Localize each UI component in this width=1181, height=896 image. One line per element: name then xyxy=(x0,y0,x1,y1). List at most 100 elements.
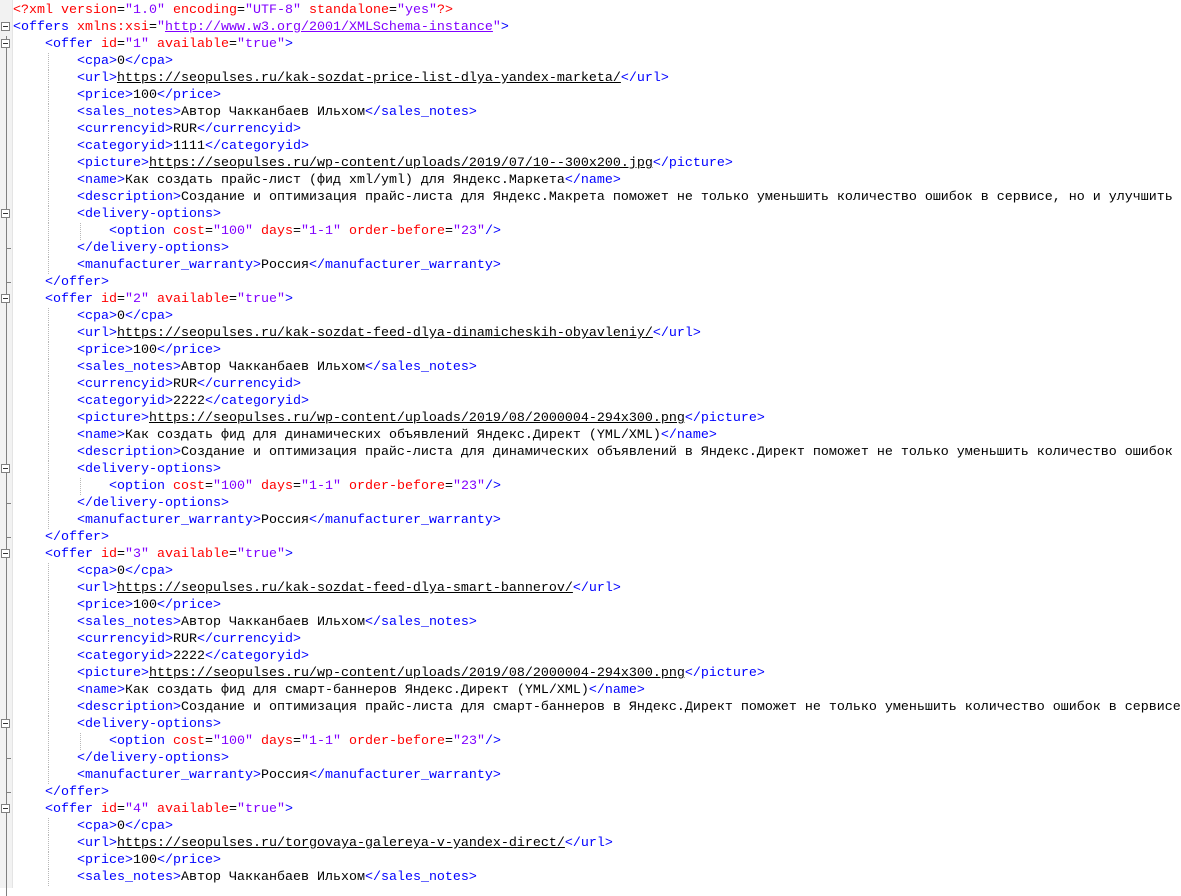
code-line[interactable]: <url>https://seopulses.ru/torgovaya-gale… xyxy=(0,835,1181,852)
text-content: Создание и оптимизация прайс-листа для с… xyxy=(180,700,1181,715)
code-line[interactable]: <offers xmlns:xsi="http://www.w3.org/200… xyxy=(0,19,1181,36)
code-line[interactable]: </delivery-options> xyxy=(0,240,1181,257)
code-line[interactable]: <cpa>0</cpa> xyxy=(0,53,1181,70)
code-line[interactable]: <name>Как создать фид для динамических о… xyxy=(0,427,1181,444)
code-line[interactable]: <url>https://seopulses.ru/kak-sozdat-fee… xyxy=(0,580,1181,597)
attribute-value: "2" xyxy=(125,292,149,307)
url-link[interactable]: https://seopulses.ru/wp-content/uploads/… xyxy=(149,666,685,681)
code-line[interactable]: <description>Создание и оптимизация прай… xyxy=(0,444,1181,461)
code-line[interactable]: </offer> xyxy=(0,529,1181,546)
code-line[interactable]: <manufacturer_warranty>Россия</manufactu… xyxy=(0,512,1181,529)
xml-tag: <price> xyxy=(77,598,133,613)
attribute-name: version xyxy=(61,3,117,18)
xml-tag: </categoryid> xyxy=(204,649,309,664)
code-line[interactable]: <url>https://seopulses.ru/kak-sozdat-fee… xyxy=(0,325,1181,342)
xml-tag: </sales_notes> xyxy=(364,360,477,375)
code-line[interactable]: <option cost="100" days="1-1" order-befo… xyxy=(0,478,1181,495)
code-line[interactable]: <offer id="2" available="true"> xyxy=(0,291,1181,308)
code-line[interactable]: <manufacturer_warranty>Россия</manufactu… xyxy=(0,257,1181,274)
code-line[interactable]: <price>100</price> xyxy=(0,342,1181,359)
xml-tag: > xyxy=(284,802,293,817)
code-line[interactable]: <description>Создание и оптимизация прай… xyxy=(0,699,1181,716)
xml-tag: <categoryid> xyxy=(77,649,173,664)
code-line[interactable]: <sales_notes>Автор Чакканбаев Ильхом</sa… xyxy=(0,869,1181,886)
attribute-name: cost xyxy=(173,479,205,494)
code-line[interactable]: <picture>https://seopulses.ru/wp-content… xyxy=(0,155,1181,172)
indent-guide xyxy=(48,53,49,70)
code-line[interactable]: <picture>https://seopulses.ru/wp-content… xyxy=(0,665,1181,682)
code-line[interactable]: <price>100</price> xyxy=(0,852,1181,869)
fold-collapse-icon[interactable] xyxy=(1,209,10,218)
code-line[interactable]: </delivery-options> xyxy=(0,750,1181,767)
xml-tag: </manufacturer_warranty> xyxy=(308,513,501,528)
code-line[interactable]: <delivery-options> xyxy=(0,716,1181,733)
url-link[interactable]: https://seopulses.ru/wp-content/uploads/… xyxy=(149,156,653,171)
code-line[interactable]: <name>Как создать прайс-лист (фид xml/ym… xyxy=(0,172,1181,189)
line-text: <option cost="100" days="1-1" order-befo… xyxy=(109,223,501,240)
code-line[interactable]: <sales_notes>Автор Чакканбаев Ильхом</sa… xyxy=(0,359,1181,376)
code-line[interactable]: <currencyid>RUR</currencyid> xyxy=(0,631,1181,648)
xml-tag: <sales_notes> xyxy=(77,105,181,120)
line-text: <sales_notes>Автор Чакканбаев Ильхом</sa… xyxy=(77,359,477,376)
code-line[interactable]: <url>https://seopulses.ru/kak-sozdat-pri… xyxy=(0,70,1181,87)
fold-collapse-icon[interactable] xyxy=(1,39,10,48)
url-link[interactable]: https://seopulses.ru/wp-content/uploads/… xyxy=(149,411,685,426)
code-line[interactable]: <categoryid>2222</categoryid> xyxy=(0,648,1181,665)
xml-editor[interactable]: <?xml version="1.0" encoding="UTF-8" sta… xyxy=(0,2,1181,886)
code-line[interactable]: <option cost="100" days="1-1" order-befo… xyxy=(0,223,1181,240)
indent-guide xyxy=(48,835,49,852)
xml-tag: </delivery-options> xyxy=(77,241,229,256)
line-text: <currencyid>RUR</currencyid> xyxy=(77,631,301,648)
xml-tag: <option xyxy=(109,479,173,494)
code-line[interactable]: <cpa>0</cpa> xyxy=(0,818,1181,835)
attribute-name: days xyxy=(253,734,293,749)
code-line[interactable]: <picture>https://seopulses.ru/wp-content… xyxy=(0,410,1181,427)
fold-collapse-icon[interactable] xyxy=(1,549,10,558)
code-line[interactable]: <option cost="100" days="1-1" order-befo… xyxy=(0,733,1181,750)
code-line[interactable]: <offer id="4" available="true"> xyxy=(0,801,1181,818)
url-link[interactable]: https://seopulses.ru/torgovaya-galereya-… xyxy=(117,836,565,851)
line-text: <offer id="1" available="true"> xyxy=(45,36,293,53)
code-line[interactable]: </offer> xyxy=(0,274,1181,291)
attribute-name: days xyxy=(253,224,293,239)
fold-collapse-icon[interactable] xyxy=(1,22,10,31)
code-line[interactable]: <delivery-options> xyxy=(0,461,1181,478)
text-content: Автор Чакканбаев Ильхом xyxy=(180,870,365,885)
code-line[interactable]: <price>100</price> xyxy=(0,87,1181,104)
code-line[interactable]: <offer id="1" available="true"> xyxy=(0,36,1181,53)
url-link[interactable]: https://seopulses.ru/kak-sozdat-price-li… xyxy=(117,71,621,86)
code-line[interactable]: <cpa>0</cpa> xyxy=(0,308,1181,325)
fold-collapse-icon[interactable] xyxy=(1,294,10,303)
code-line[interactable]: <currencyid>RUR</currencyid> xyxy=(0,376,1181,393)
indent-guide xyxy=(80,478,81,495)
code-line[interactable]: </offer> xyxy=(0,784,1181,801)
fold-collapse-icon[interactable] xyxy=(1,719,10,728)
xml-tag: <price> xyxy=(77,343,133,358)
code-line[interactable]: <price>100</price> xyxy=(0,597,1181,614)
code-line[interactable]: <delivery-options> xyxy=(0,206,1181,223)
xml-tag: </price> xyxy=(157,598,221,613)
code-line[interactable]: <categoryid>2222</categoryid> xyxy=(0,393,1181,410)
code-line[interactable]: </delivery-options> xyxy=(0,495,1181,512)
url-link[interactable]: https://seopulses.ru/kak-sozdat-feed-dly… xyxy=(117,326,653,341)
code-line[interactable]: <sales_notes>Автор Чакканбаев Ильхом</sa… xyxy=(0,614,1181,631)
code-line[interactable]: <offer id="3" available="true"> xyxy=(0,546,1181,563)
code-line[interactable]: <sales_notes>Автор Чакканбаев Ильхом</sa… xyxy=(0,104,1181,121)
equals-sign: = xyxy=(228,802,237,817)
fold-collapse-icon[interactable] xyxy=(1,464,10,473)
code-line[interactable]: <description>Создание и оптимизация прай… xyxy=(0,189,1181,206)
line-text: <cpa>0</cpa> xyxy=(77,308,173,325)
url-link[interactable]: https://seopulses.ru/kak-sozdat-feed-dly… xyxy=(117,581,573,596)
code-line[interactable]: <cpa>0</cpa> xyxy=(0,563,1181,580)
fold-collapse-icon[interactable] xyxy=(1,804,10,813)
code-line[interactable]: <?xml version="1.0" encoding="UTF-8" sta… xyxy=(0,2,1181,19)
indent-guide xyxy=(48,614,49,631)
code-line[interactable]: <manufacturer_warranty>Россия</manufactu… xyxy=(0,767,1181,784)
xml-tag: </cpa> xyxy=(125,564,173,579)
indent-guide xyxy=(48,478,49,495)
code-line[interactable]: <categoryid>1111</categoryid> xyxy=(0,138,1181,155)
attribute-url[interactable]: http://www.w3.org/2001/XMLSchema-instanc… xyxy=(165,20,493,35)
code-line[interactable]: <name>Как создать фид для смарт-баннеров… xyxy=(0,682,1181,699)
xml-tag: <picture> xyxy=(77,666,149,681)
code-line[interactable]: <currencyid>RUR</currencyid> xyxy=(0,121,1181,138)
